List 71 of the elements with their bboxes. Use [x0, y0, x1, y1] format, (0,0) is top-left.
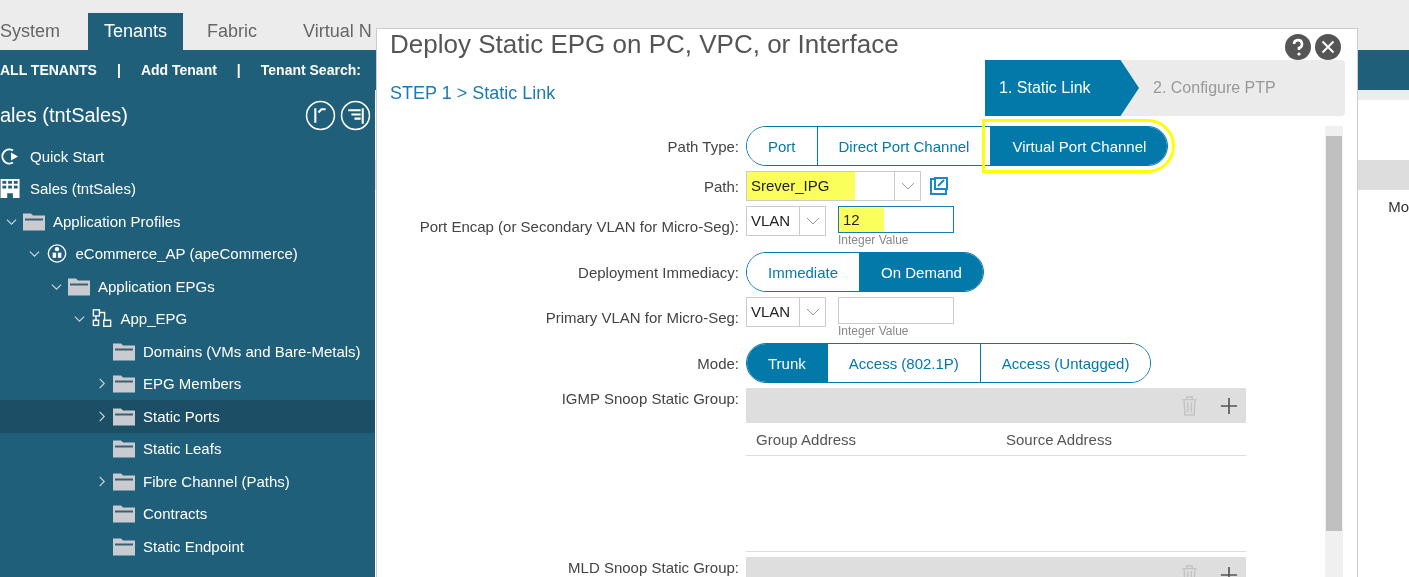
field-label: Primary VLAN for Micro-Seg: [544, 309, 739, 326]
close-icon[interactable] [1315, 33, 1341, 60]
folder-icon [113, 439, 135, 459]
field-label: Mode: [696, 354, 739, 372]
folder-icon [113, 471, 135, 491]
input-field[interactable]: 12 [838, 206, 954, 233]
tree-item[interactable]: Quick Start [0, 140, 375, 173]
tree-item[interactable]: Application Profiles [0, 205, 375, 238]
field-label: IGMP Snoop Static Group: [560, 389, 739, 407]
open-window-icon[interactable] [929, 176, 949, 196]
nav-tab[interactable]: Tenants [88, 13, 184, 50]
wizard-step[interactable]: 1. Static Link [985, 60, 1139, 116]
tenant-link[interactable]: ALL TENANTS [0, 62, 97, 78]
caret-icon [900, 182, 915, 190]
column-header: Group Address [755, 430, 858, 448]
help-icon[interactable] [1285, 33, 1311, 60]
field-hint: Integer Value [838, 324, 910, 338]
tree-item[interactable]: Static Leafs [0, 432, 375, 465]
separator: | [236, 62, 241, 78]
chevron-icon[interactable] [96, 410, 107, 422]
tree-item[interactable]: Static Endpoint [0, 530, 375, 563]
segment-option[interactable]: Access (Untagged) [979, 344, 1151, 382]
scrollbar[interactable] [1325, 126, 1343, 577]
nodes-icon [90, 309, 113, 329]
folder-icon [23, 211, 45, 231]
folder-icon [113, 374, 135, 394]
chevron-icon[interactable] [73, 313, 85, 325]
folder-icon [113, 536, 135, 556]
caret-icon [805, 217, 820, 225]
tree-item[interactable]: Fibre Channel (Paths) [0, 465, 375, 498]
tree-item[interactable]: Domains (VMs and Bare-Metals) [0, 335, 375, 368]
caret-icon [805, 308, 820, 316]
folder-icon [113, 504, 135, 524]
folder-icon [113, 406, 135, 426]
tree-item[interactable]: Static Ports [0, 400, 375, 433]
field-label: Deployment Immediacy: [577, 263, 739, 281]
segment-option[interactable]: Trunk [747, 344, 827, 382]
chevron-icon[interactable] [28, 248, 40, 260]
column-header: Mo [1388, 198, 1409, 215]
encap-select[interactable]: VLAN [746, 206, 826, 236]
chevron-icon[interactable] [96, 378, 107, 390]
tree-item[interactable]: eCommerce_AP (apeCommerce) [0, 237, 375, 270]
tree-item[interactable]: Sales (tntSales) [0, 172, 375, 205]
field-label: Port Encap (or Secondary VLAN for Micro-Seg): [418, 218, 739, 235]
separator: | [116, 62, 121, 78]
path-select[interactable]: Srever_IPG [746, 171, 921, 201]
folder-icon [68, 276, 90, 296]
network-circle-icon [45, 244, 68, 264]
step-title: STEP 1 > Static Link [390, 82, 557, 104]
encap-select[interactable]: VLAN [746, 297, 826, 327]
folder-icon [113, 341, 135, 361]
dialog-title: Deploy Static EPG on PC, VPC, or Interface [390, 29, 900, 60]
add-icon[interactable] [1220, 396, 1238, 415]
field-hint: Integer Value [838, 233, 910, 247]
tree-item[interactable]: Application EPGs [0, 270, 375, 303]
field-label: MLD Snoop Static Group: [567, 558, 739, 576]
tree-item[interactable]: Contracts [0, 497, 375, 530]
field-label: Path Type: [666, 137, 739, 155]
input-field[interactable] [838, 297, 954, 324]
search-label: Tenant Search: [260, 62, 361, 78]
segment-option[interactable]: On Demand [859, 253, 983, 291]
field-label: Path: [702, 177, 739, 195]
tree-item[interactable]: EPG Members [0, 367, 375, 400]
column-header: Source Address [1005, 430, 1113, 448]
chevron-icon[interactable] [96, 475, 107, 487]
tree-item[interactable]: App_EPG [0, 302, 375, 335]
sidebar-title: ales (tntSales) [0, 103, 129, 127]
nav-tab[interactable]: System [0, 13, 88, 50]
nav-tab[interactable]: Fabric [183, 13, 288, 50]
list-icon[interactable] [340, 99, 371, 131]
tenant-link[interactable]: Add Tenant [140, 62, 217, 78]
